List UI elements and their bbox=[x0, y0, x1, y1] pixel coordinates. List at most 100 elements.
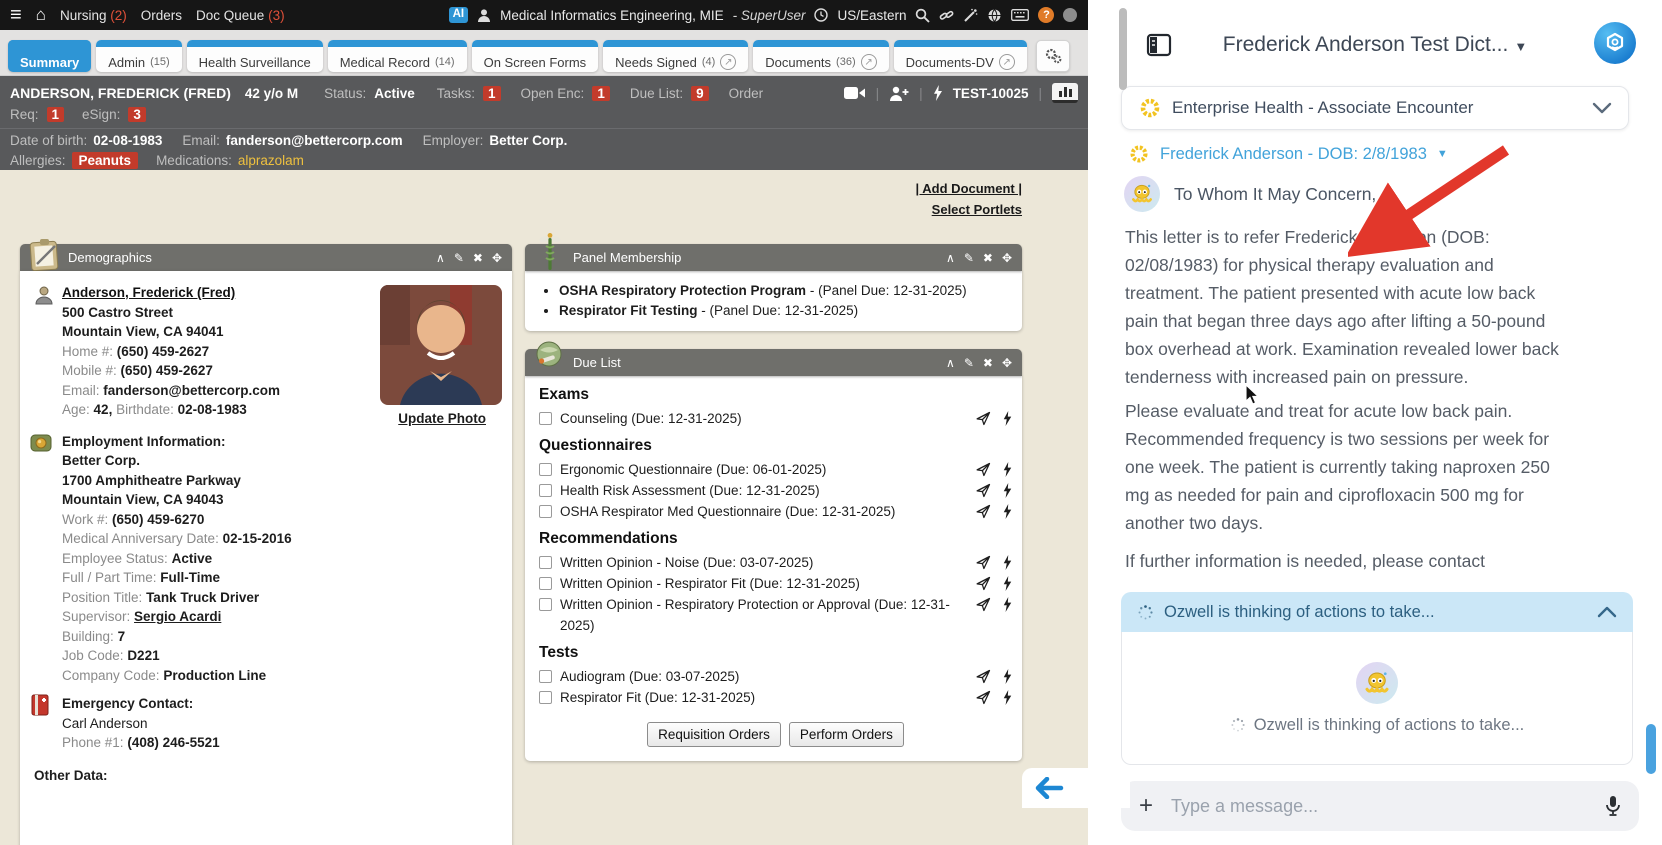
nav-item-doc-queue[interactable]: Doc Queue (3) bbox=[196, 8, 285, 23]
close-icon[interactable]: ✖ bbox=[983, 251, 993, 265]
tab-documents-dv[interactable]: Documents-DV↗ bbox=[894, 40, 1027, 72]
collapse-panel-tab[interactable] bbox=[1022, 768, 1130, 808]
chat-scrollbar-thumb[interactable] bbox=[1646, 724, 1656, 774]
send-order-icon[interactable] bbox=[976, 690, 991, 705]
video-call-icon[interactable] bbox=[844, 86, 866, 100]
microphone-icon[interactable] bbox=[1605, 795, 1621, 817]
perform-order-icon[interactable] bbox=[1003, 576, 1012, 591]
edit-icon[interactable]: ✎ bbox=[964, 251, 974, 265]
nav-item-nursing[interactable]: Nursing (2) bbox=[60, 8, 127, 23]
globe-icon[interactable] bbox=[987, 8, 1002, 23]
perform-orders-button[interactable]: Perform Orders bbox=[789, 722, 904, 747]
tab-settings-button[interactable] bbox=[1036, 40, 1070, 72]
collapse-icon[interactable]: ∧ bbox=[436, 251, 445, 265]
send-order-icon[interactable] bbox=[976, 462, 991, 477]
chevron-up-icon[interactable] bbox=[1597, 606, 1617, 618]
tab-summary[interactable]: Summary bbox=[8, 40, 91, 72]
send-order-icon[interactable] bbox=[976, 669, 991, 684]
edit-icon[interactable]: ✎ bbox=[454, 251, 464, 265]
external-link-icon[interactable]: ↗ bbox=[720, 54, 736, 70]
external-link-icon[interactable]: ↗ bbox=[861, 54, 877, 70]
tab-medical-record[interactable]: Medical Record(14) bbox=[328, 40, 467, 72]
patient-name[interactable]: ANDERSON, FREDERICK (FRED) bbox=[10, 85, 231, 101]
panel-membership-header[interactable]: Panel Membership ∧ ✎ ✖ ✥ bbox=[525, 244, 1022, 271]
flowsheet-chart-icon[interactable] bbox=[1052, 83, 1078, 103]
req-count-badge[interactable]: 1 bbox=[47, 107, 65, 122]
collapse-icon[interactable]: ∧ bbox=[946, 251, 955, 265]
checkbox[interactable] bbox=[539, 463, 552, 476]
search-icon[interactable] bbox=[915, 8, 930, 23]
thinking-card-header[interactable]: Ozwell is thinking of actions to take... bbox=[1121, 592, 1633, 632]
send-order-icon[interactable] bbox=[976, 483, 991, 498]
allergy-badge[interactable]: Peanuts bbox=[72, 152, 139, 169]
help-icon[interactable]: ? bbox=[1038, 7, 1054, 23]
perform-order-icon[interactable] bbox=[1003, 483, 1012, 498]
checkbox[interactable] bbox=[539, 670, 552, 683]
tab-needs-signed[interactable]: Needs Signed(4)↗ bbox=[603, 40, 748, 72]
chevron-down-icon[interactable] bbox=[1592, 102, 1612, 114]
edit-icon[interactable]: ✎ bbox=[964, 356, 974, 370]
esign-count-badge[interactable]: 3 bbox=[128, 107, 146, 122]
requisition-orders-button[interactable]: Requisition Orders bbox=[647, 722, 781, 747]
attach-plus-icon[interactable]: + bbox=[1139, 794, 1153, 818]
nav-item-orders[interactable]: Orders bbox=[141, 8, 182, 23]
patient-photo bbox=[380, 285, 502, 405]
keyboard-icon[interactable] bbox=[1011, 9, 1029, 21]
select-portlets-link[interactable]: Select Portlets bbox=[916, 199, 1022, 220]
link-icon[interactable] bbox=[939, 8, 954, 23]
hamburger-menu-icon[interactable]: ≡ bbox=[10, 5, 22, 25]
quick-action-bolt-icon[interactable] bbox=[933, 85, 943, 101]
tab-on-screen-forms[interactable]: On Screen Forms bbox=[472, 40, 599, 72]
checkbox[interactable] bbox=[539, 412, 552, 425]
close-icon[interactable]: ✖ bbox=[473, 251, 483, 265]
patient-demographics-name[interactable]: Anderson, Frederick (Fred) bbox=[62, 283, 280, 303]
checkbox[interactable] bbox=[539, 505, 552, 518]
home-icon[interactable]: ⌂ bbox=[36, 5, 46, 25]
demographics-header[interactable]: Demographics ∧ ✎ ✖ ✥ bbox=[20, 244, 512, 271]
send-order-icon[interactable] bbox=[976, 555, 991, 570]
send-order-icon[interactable] bbox=[976, 597, 991, 612]
checkbox[interactable] bbox=[539, 691, 552, 704]
wand-icon[interactable] bbox=[963, 8, 978, 23]
tasks-count-badge[interactable]: 1 bbox=[483, 86, 501, 101]
external-link-icon[interactable]: ↗ bbox=[999, 54, 1015, 70]
tab-health-surveillance[interactable]: Health Surveillance bbox=[187, 40, 323, 72]
checkbox[interactable] bbox=[539, 577, 552, 590]
checkbox[interactable] bbox=[539, 484, 552, 497]
update-photo-link[interactable]: Update Photo bbox=[398, 409, 486, 429]
due-list-count-badge[interactable]: 9 bbox=[691, 86, 709, 101]
perform-order-icon[interactable] bbox=[1003, 597, 1012, 612]
conversation-title[interactable]: Frederick Anderson Test Dict...▼ bbox=[1088, 33, 1662, 57]
move-icon[interactable]: ✥ bbox=[1002, 356, 1012, 370]
perform-order-icon[interactable] bbox=[1003, 462, 1012, 477]
medication-value[interactable]: alprazolam bbox=[238, 153, 304, 168]
patient-context-link[interactable]: Frederick Anderson - DOB: 2/8/1983 ▼ bbox=[1128, 143, 1448, 165]
open-enc-count-badge[interactable]: 1 bbox=[592, 86, 610, 101]
ai-badge[interactable]: AI bbox=[449, 7, 469, 23]
frame-scrollbar-thumb[interactable] bbox=[1119, 8, 1127, 90]
due-list-header[interactable]: Due List ∧ ✎ ✖ ✥ bbox=[525, 349, 1022, 376]
perform-order-icon[interactable] bbox=[1003, 669, 1012, 684]
perform-order-icon[interactable] bbox=[1003, 690, 1012, 705]
tab-admin[interactable]: Admin(15) bbox=[96, 40, 181, 72]
collapse-icon[interactable]: ∧ bbox=[946, 356, 955, 370]
send-order-icon[interactable] bbox=[976, 411, 991, 426]
message-input[interactable] bbox=[1171, 796, 1587, 817]
send-order-icon[interactable] bbox=[976, 576, 991, 591]
checkbox[interactable] bbox=[539, 556, 552, 569]
perform-order-icon[interactable] bbox=[1003, 504, 1012, 519]
move-icon[interactable]: ✥ bbox=[492, 251, 502, 265]
add-document-link[interactable]: | Add Document | bbox=[916, 178, 1022, 199]
add-person-icon[interactable] bbox=[889, 86, 909, 101]
tab-documents[interactable]: Documents(36)↗ bbox=[753, 40, 888, 72]
encounter-card[interactable]: Enterprise Health - Associate Encounter bbox=[1121, 86, 1629, 130]
move-icon[interactable]: ✥ bbox=[1002, 251, 1012, 265]
ozwell-logo[interactable] bbox=[1594, 22, 1636, 64]
perform-order-icon[interactable] bbox=[1003, 411, 1012, 426]
supervisor-link[interactable]: Sergio Acardi bbox=[134, 609, 221, 624]
checkbox[interactable] bbox=[539, 598, 552, 611]
order-link[interactable]: Order bbox=[729, 86, 764, 101]
close-icon[interactable]: ✖ bbox=[983, 356, 993, 370]
perform-order-icon[interactable] bbox=[1003, 555, 1012, 570]
send-order-icon[interactable] bbox=[976, 504, 991, 519]
